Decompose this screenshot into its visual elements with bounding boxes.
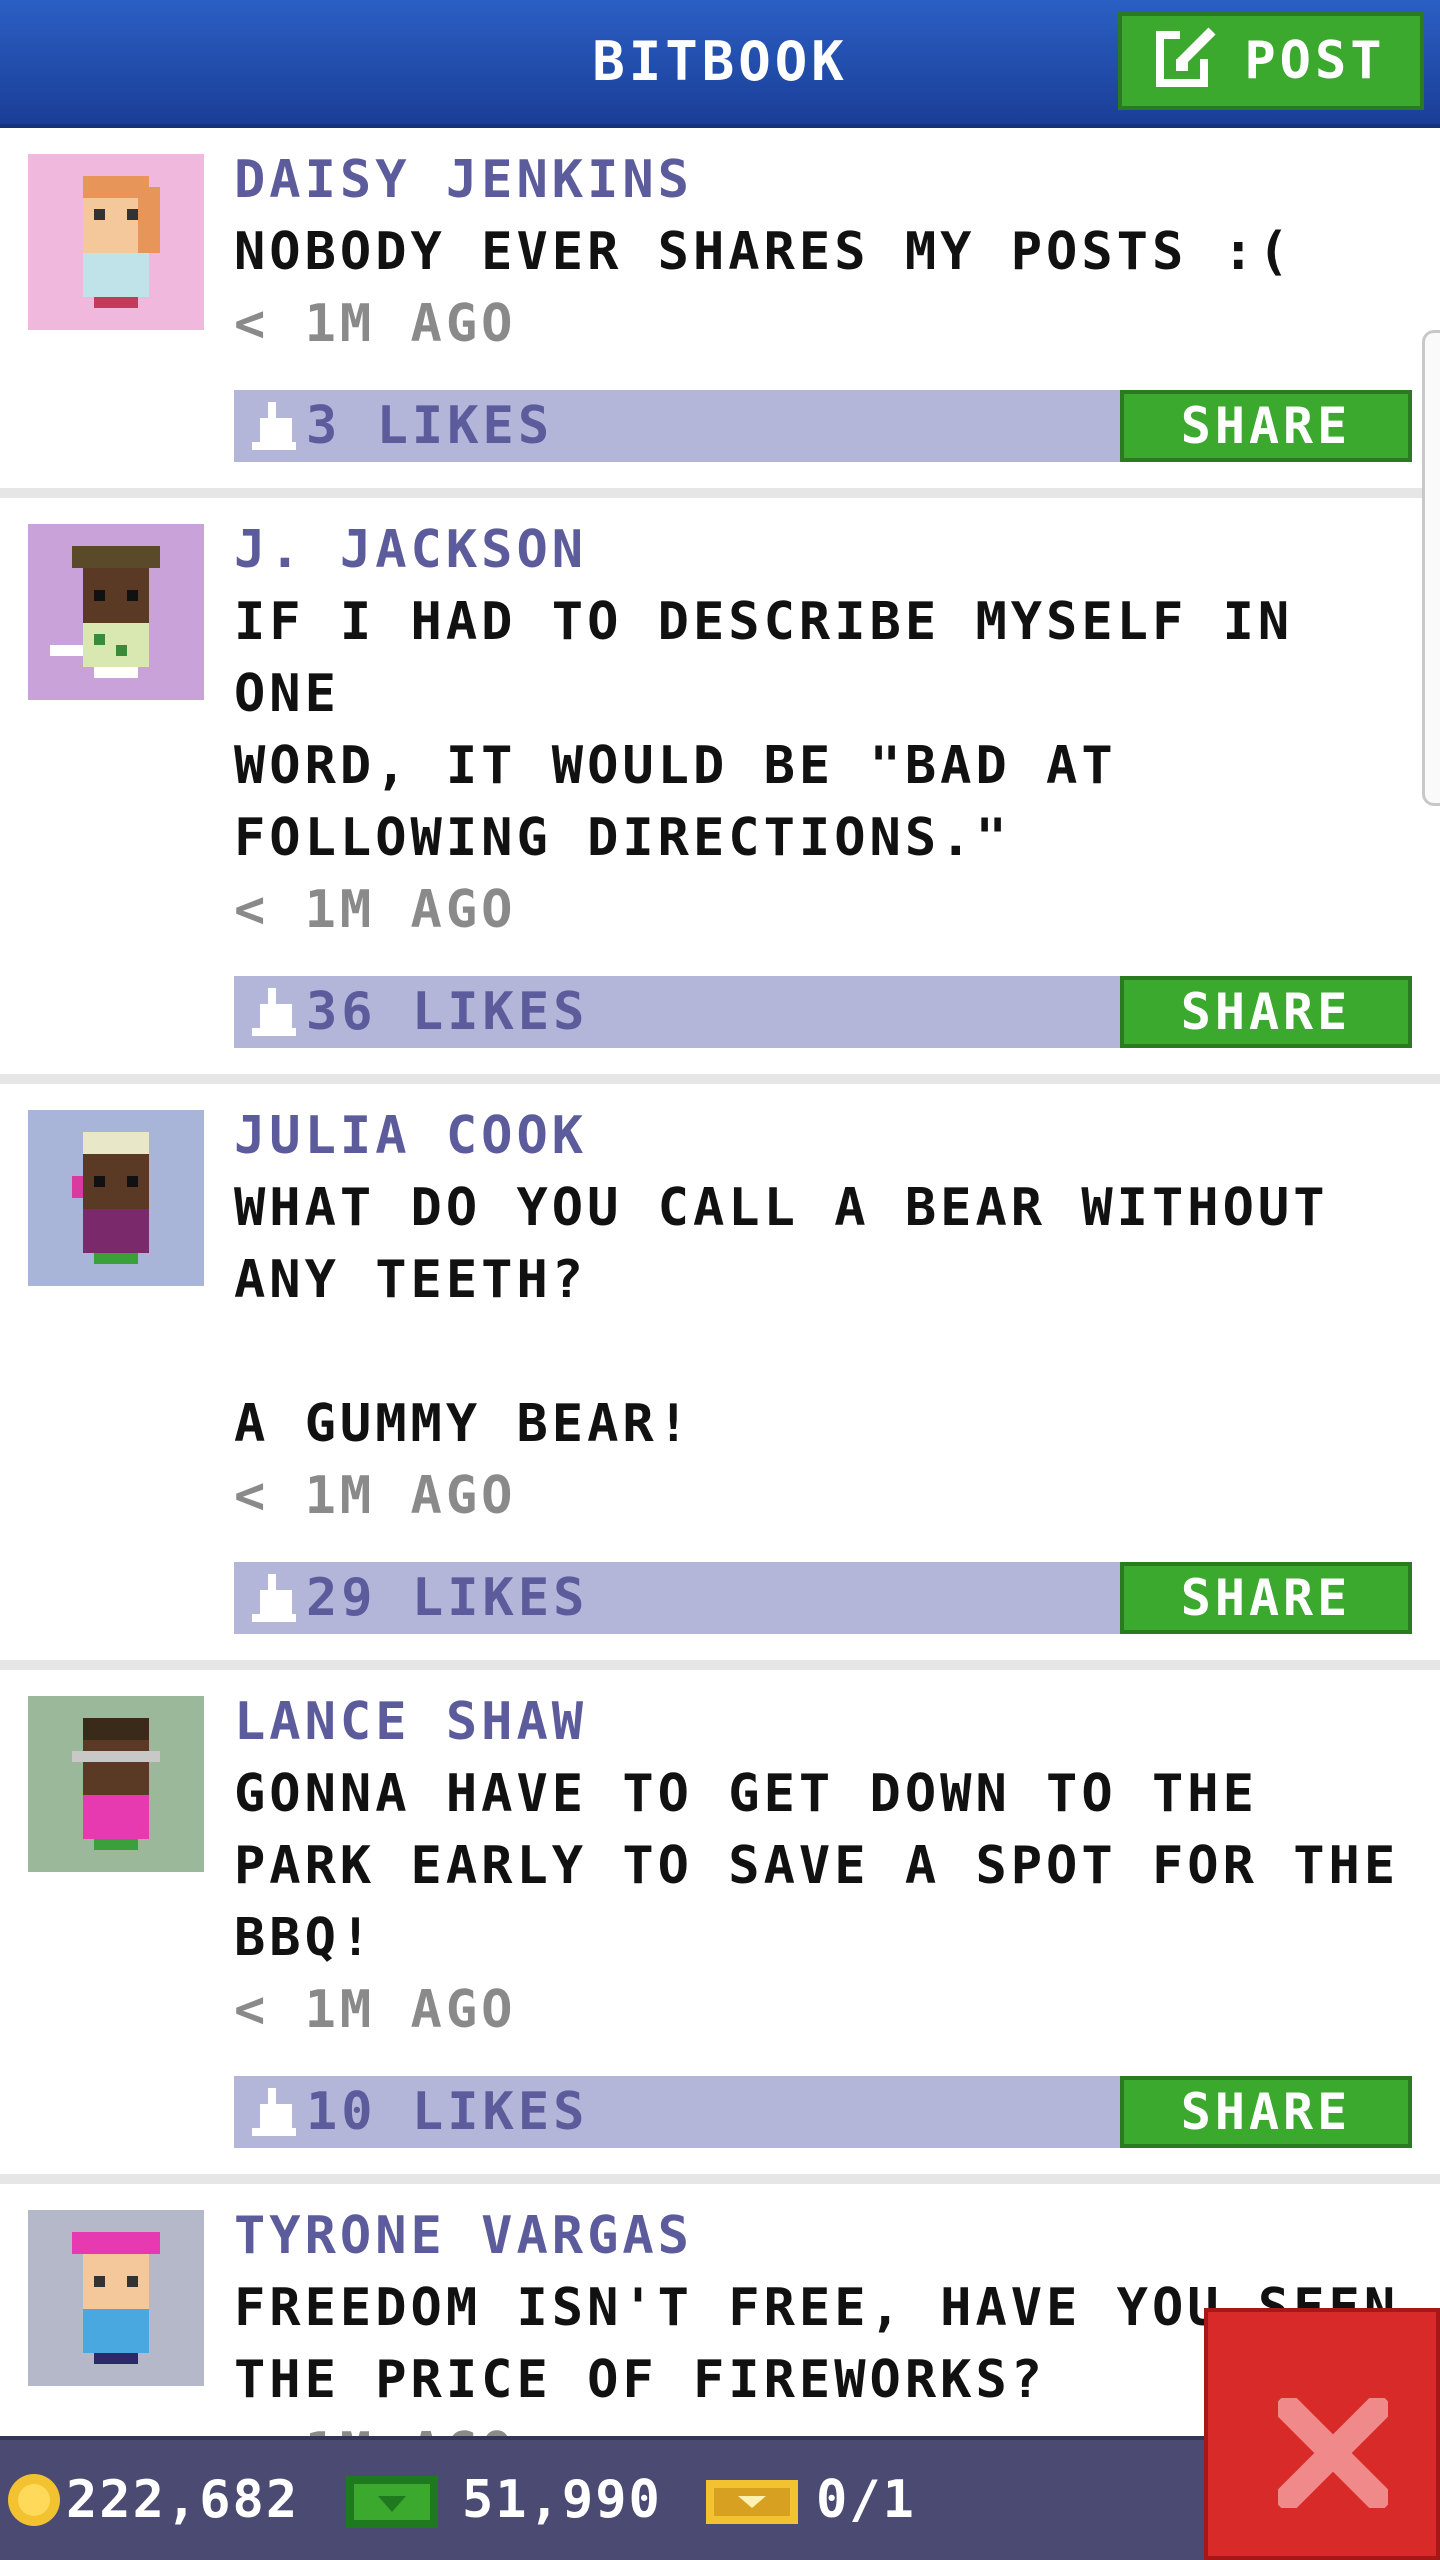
share-button[interactable]: SHARE	[1120, 390, 1412, 462]
post-message: WHAT DO YOU CALL A BEAR WITHOUT ANY TEET…	[234, 1178, 1329, 1454]
likes-count: 3 LIKES	[306, 396, 554, 456]
post-item: LANCE SHAW GONNA HAVE TO GET DOWN TO THE…	[0, 1670, 1440, 2184]
close-button[interactable]	[1204, 2308, 1440, 2560]
likes-count: 36 LIKES	[306, 982, 589, 1042]
author-name[interactable]: TYRONE VARGAS	[234, 2200, 1404, 2272]
post-button[interactable]: POST	[1118, 12, 1424, 110]
post-button-label: POST	[1244, 31, 1386, 91]
share-button[interactable]: SHARE	[1120, 2076, 1412, 2148]
coin-icon	[8, 2474, 60, 2526]
avatar	[28, 2210, 204, 2386]
post-item: JULIA COOK WHAT DO YOU CALL A BEAR WITHO…	[0, 1084, 1440, 1670]
likes-bar: 10 LIKES SHARE	[234, 2076, 1412, 2148]
post-item: J. JACKSON IF I HAD TO DESCRIBE MYSELF I…	[0, 498, 1440, 1084]
post-time: < 1M AGO	[234, 880, 517, 940]
thumbs-up-icon[interactable]	[252, 1574, 296, 1622]
author-name[interactable]: JULIA COOK	[234, 1100, 1404, 1172]
likes-bar: 36 LIKES SHARE	[234, 976, 1412, 1048]
bux-icon	[346, 2476, 438, 2528]
share-button[interactable]: SHARE	[1120, 976, 1412, 1048]
avatar	[28, 1696, 204, 1872]
tickets-count: 0/1	[816, 2470, 916, 2530]
post-item: DAISY JENKINS NOBODY EVER SHARES MY POST…	[0, 128, 1440, 498]
author-name[interactable]: J. JACKSON	[234, 514, 1404, 586]
coins-count: 222,682	[66, 2470, 300, 2530]
post-message: NOBODY EVER SHARES MY POSTS :(	[234, 222, 1294, 282]
scroll-indicator[interactable]	[1422, 330, 1440, 806]
likes-count: 29 LIKES	[306, 1568, 589, 1628]
avatar	[28, 524, 204, 700]
top-bar: BITBOOK POST	[0, 0, 1440, 128]
feed: DAISY JENKINS NOBODY EVER SHARES MY POST…	[0, 128, 1440, 2498]
likes-bar: 29 LIKES SHARE	[234, 1562, 1412, 1634]
bux-count: 51,990	[462, 2470, 662, 2530]
author-name[interactable]: DAISY JENKINS	[234, 144, 1404, 216]
avatar	[28, 1110, 204, 1286]
likes-count: 10 LIKES	[306, 2082, 589, 2142]
thumbs-up-icon[interactable]	[252, 988, 296, 1036]
post-time: < 1M AGO	[234, 294, 517, 354]
post-time: < 1M AGO	[234, 1980, 517, 2040]
ticket-icon	[706, 2480, 798, 2524]
edit-icon	[1156, 23, 1220, 100]
author-name[interactable]: LANCE SHAW	[234, 1686, 1404, 1758]
thumbs-up-icon[interactable]	[252, 402, 296, 450]
avatar	[28, 154, 204, 330]
post-message: GONNA HAVE TO GET DOWN TO THE PARK EARLY…	[234, 1764, 1400, 1968]
post-message: IF I HAD TO DESCRIBE MYSELF IN ONE WORD,…	[234, 592, 1294, 868]
share-button[interactable]: SHARE	[1120, 1562, 1412, 1634]
thumbs-up-icon[interactable]	[252, 2088, 296, 2136]
close-icon	[1278, 2398, 1388, 2508]
likes-bar: 3 LIKES SHARE	[234, 390, 1412, 462]
post-time: < 1M AGO	[234, 1466, 517, 1526]
